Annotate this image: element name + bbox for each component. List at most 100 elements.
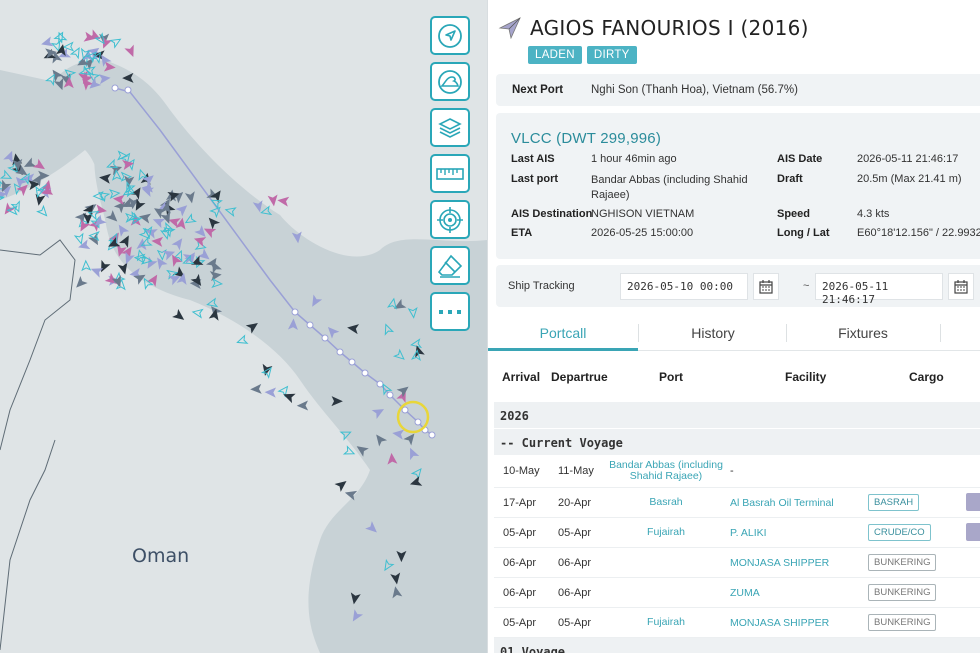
- ais-date-value: 2026-05-11 21:46:17: [857, 153, 959, 165]
- layers-icon[interactable]: [430, 108, 470, 147]
- facility-link[interactable]: ZUMA: [730, 587, 760, 599]
- vessel-detail-panel: AGIOS FANOURIOS I (2016) LADEN DIRTY Nex…: [487, 0, 980, 653]
- draft-label: Draft: [777, 173, 803, 185]
- port-link[interactable]: Fujairah: [606, 617, 726, 628]
- departure-cell: 06-Apr: [558, 587, 592, 599]
- arrival-cell: 05-Apr: [503, 527, 537, 539]
- arrival-cell: 06-Apr: [503, 557, 537, 569]
- wave-icon[interactable]: [430, 62, 470, 101]
- target-icon[interactable]: [430, 200, 470, 239]
- vessel-marker[interactable]: [260, 205, 273, 217]
- port-link[interactable]: Bandar Abbas (including Shahid Rajaee): [606, 460, 726, 482]
- col-departure: Departrue: [551, 370, 608, 384]
- vessel-marker[interactable]: [382, 323, 395, 336]
- vessel-marker[interactable]: [407, 307, 418, 319]
- detail-tabs: Portcall History Fixtures: [488, 318, 980, 351]
- facility-link[interactable]: Al Basrah Oil Terminal: [730, 497, 834, 509]
- departure-cell: 11-May: [558, 465, 594, 477]
- cargo-indicator: [966, 493, 980, 511]
- speed-value: 4.3 kts: [857, 208, 890, 220]
- vessel-marker[interactable]: [410, 338, 423, 349]
- eta-value: 2026-05-25 15:00:00: [591, 227, 694, 239]
- tab-history[interactable]: History: [638, 325, 788, 341]
- tab-portcall[interactable]: Portcall: [488, 325, 638, 341]
- port-link[interactable]: Fujairah: [606, 527, 726, 538]
- facility-cell: -: [730, 465, 734, 477]
- table-row[interactable]: 10-May 11-May Bandar Abbas (including Sh…: [494, 456, 980, 488]
- col-arrival: Arrival: [502, 370, 541, 384]
- vessel-name: AGIOS FANOURIOS I (2016): [530, 16, 809, 40]
- arrival-cell: 05-Apr: [503, 617, 537, 629]
- facility-link[interactable]: P. ALIKI: [730, 527, 767, 539]
- vessel-type: VLCC (DWT 299,996): [511, 130, 662, 147]
- cargo-tag: BUNKERING: [868, 584, 937, 601]
- port-link[interactable]: Basrah: [606, 497, 726, 508]
- vessel-info-card: VLCC (DWT 299,996) Last AIS 1 hour 46min…: [496, 113, 980, 259]
- cargo-tag: BUNKERING: [868, 614, 937, 631]
- map-toolbar: [430, 16, 470, 331]
- col-facility: Facility: [785, 370, 827, 384]
- current-voyage-row[interactable]: -- Current Voyage: [494, 429, 980, 455]
- year-group-row: 2026: [494, 402, 980, 428]
- last-port-label: Last port: [511, 173, 559, 185]
- tag-dirty: DIRTY: [586, 46, 637, 64]
- facility-link[interactable]: MONJASA SHIPPER: [730, 557, 829, 569]
- cargo-tag: CRUDE/CO: [868, 524, 931, 541]
- map-region-label: Oman: [132, 545, 190, 567]
- tracking-from-input[interactable]: 2026-05-10 00:00: [620, 273, 748, 300]
- next-port-label: Next Port: [512, 84, 564, 96]
- arrival-cell: 10-May: [503, 465, 540, 477]
- ais-date-label: AIS Date: [777, 153, 823, 165]
- map-canvas[interactable]: [0, 0, 487, 653]
- active-tab-indicator: [488, 348, 638, 351]
- vessel-marker[interactable]: [122, 72, 134, 83]
- eraser-icon[interactable]: [430, 246, 470, 285]
- calendar-icon[interactable]: [948, 273, 974, 300]
- cargo-indicator: [966, 523, 980, 541]
- eta-label: ETA: [511, 227, 533, 239]
- departure-cell: 20-Apr: [558, 497, 592, 509]
- next-port-value: Nghi Son (Thanh Hoa), Vietnam (56.7%): [591, 84, 798, 96]
- vessel-marker[interactable]: [103, 61, 116, 72]
- next-port-row: Next Port Nghi Son (Thanh Hoa), Vietnam …: [496, 74, 980, 106]
- more-icon[interactable]: [430, 292, 470, 331]
- cargo-tag: BASRAH: [868, 494, 920, 511]
- table-row[interactable]: 05-Apr 05-Apr Fujairah MONJASA SHIPPER B…: [494, 608, 980, 638]
- departure-cell: 06-Apr: [558, 557, 592, 569]
- vessel-header: AGIOS FANOURIOS I (2016): [498, 16, 809, 40]
- table-row[interactable]: 06-Apr 06-Apr ZUMA BUNKERING: [494, 578, 980, 608]
- longlat-label: Long / Lat: [777, 227, 830, 239]
- departure-cell: 05-Apr: [558, 617, 592, 629]
- tracking-to-input[interactable]: 2026-05-11 21:46:17: [815, 273, 943, 306]
- arrival-cell: 17-Apr: [503, 497, 537, 509]
- table-row[interactable]: 17-Apr 20-Apr Basrah Al Basrah Oil Termi…: [494, 488, 980, 518]
- ais-destination-label: AIS Destination: [511, 208, 593, 220]
- speed-label: Speed: [777, 208, 811, 220]
- col-cargo: Cargo: [909, 370, 944, 384]
- facility-link[interactable]: MONJASA SHIPPER: [730, 617, 829, 629]
- last-port-value: Bandar Abbas (including Shahid Rajaee): [591, 174, 748, 201]
- ais-destination-value: NGHISON VIETNAM: [591, 208, 695, 220]
- departure-cell: 05-Apr: [558, 527, 592, 539]
- calendar-icon[interactable]: [753, 273, 779, 300]
- vessel-tags: LADEN DIRTY: [528, 46, 637, 64]
- draft-value: 20.5m (Max 21.41 m): [857, 173, 962, 185]
- ruler-icon[interactable]: [430, 154, 470, 193]
- ship-tracking-bar: Ship Tracking 2026-05-10 00:00 ~ 2026-05…: [496, 265, 980, 307]
- date-range-separator: ~: [803, 280, 810, 292]
- table-row[interactable]: 06-Apr 06-Apr MONJASA SHIPPER BUNKERING: [494, 548, 980, 578]
- last-ais-value: 1 hour 46min ago: [591, 153, 677, 165]
- vessel-direction-icon: [498, 17, 521, 39]
- map-view[interactable]: Oman: [0, 0, 487, 653]
- tab-fixtures[interactable]: Fixtures: [788, 325, 938, 341]
- vessel-marker[interactable]: [291, 231, 302, 244]
- vessel-marker[interactable]: [98, 74, 111, 85]
- cargo-tag: BUNKERING: [868, 554, 937, 571]
- tag-laden: LADEN: [528, 46, 582, 64]
- table-row[interactable]: 05-Apr 05-Apr Fujairah P. ALIKI CRUDE/CO: [494, 518, 980, 548]
- longlat-value: E60°18'12.156" / 22.99328: [857, 227, 980, 239]
- navigate-icon[interactable]: [430, 16, 470, 55]
- col-port: Port: [659, 370, 683, 384]
- voyage-group-row[interactable]: 01 Voyage: [494, 638, 980, 653]
- ship-tracking-label: Ship Tracking: [508, 280, 575, 292]
